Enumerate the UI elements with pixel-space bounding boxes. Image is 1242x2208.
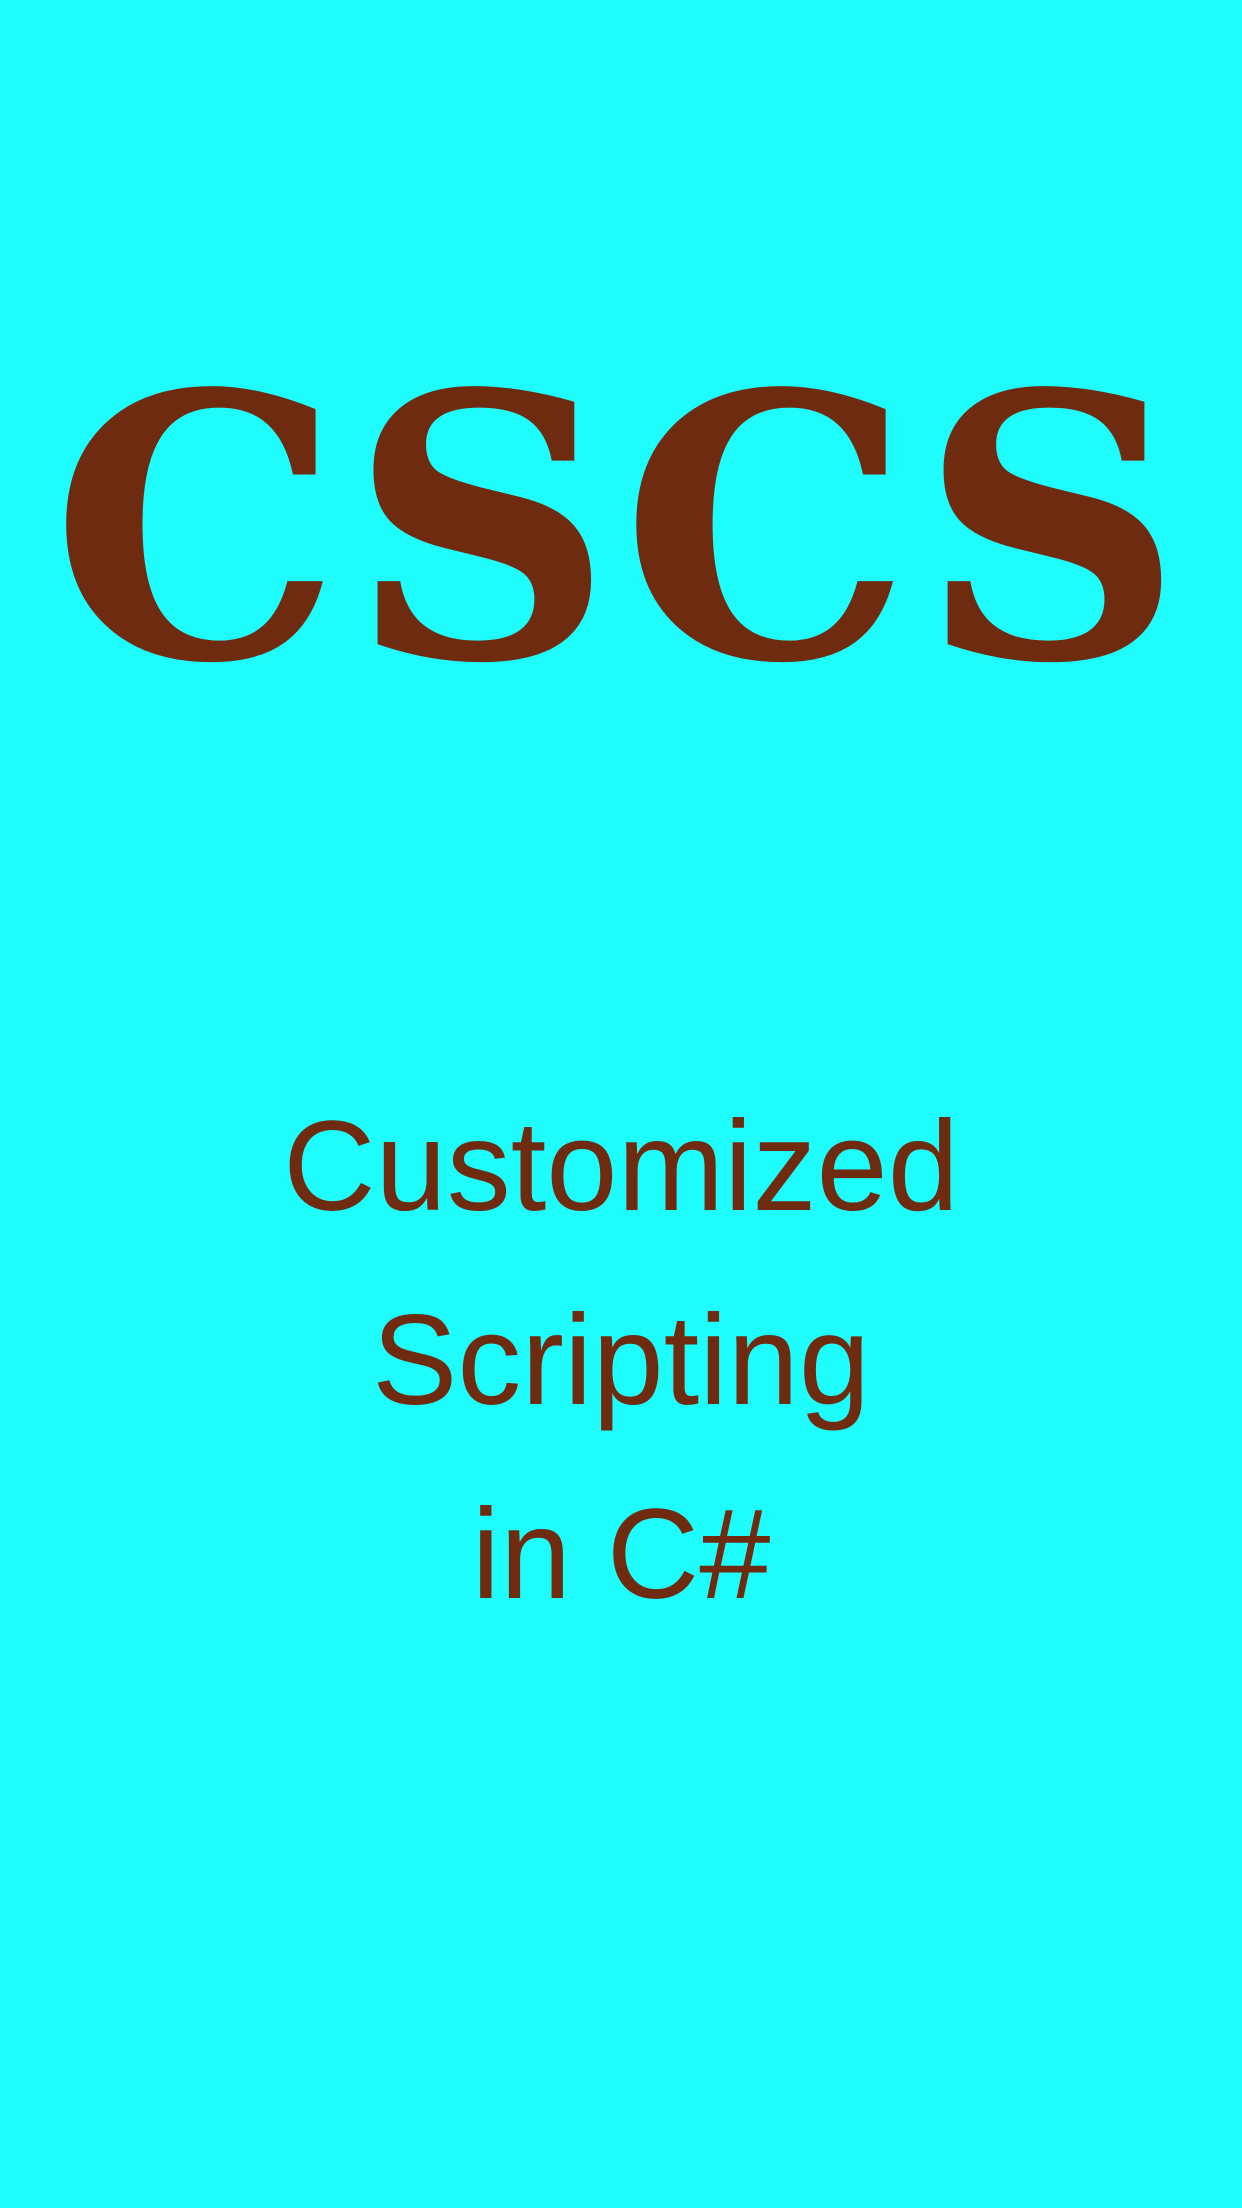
app-subtitle: Customized Scripting in C# [0,1070,1242,1652]
splash-screen: CSCS Customized Scripting in C# [0,0,1242,2208]
subtitle-line-2: Scripting [372,1289,870,1432]
app-logo-text: CSCS [50,315,1192,744]
subtitle-line-3: in C# [471,1483,771,1626]
subtitle-line-1: Customized [283,1095,959,1238]
